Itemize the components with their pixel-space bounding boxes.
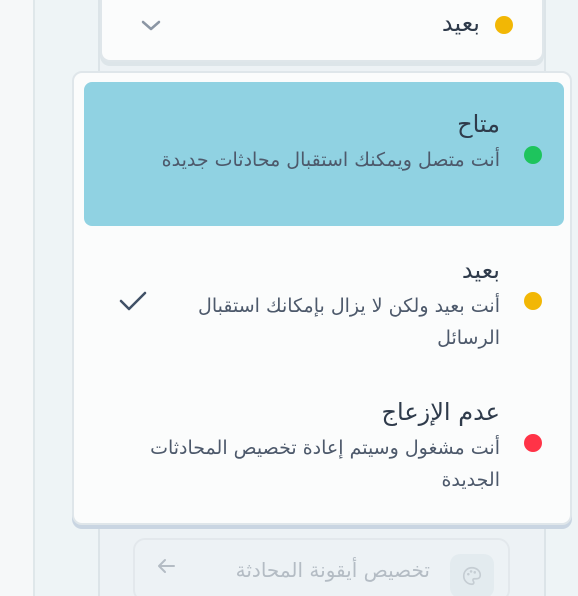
current-status-dot	[495, 16, 513, 34]
status-option-available[interactable]: متاح أنت متصل ويمكنك استقبال محادثات جدي…	[84, 82, 564, 226]
status-dropdown-menu: متاح أنت متصل ويمكنك استقبال محادثات جدي…	[72, 71, 572, 525]
customize-chat-icon-label: تخصيص أيقونة المحادثة	[235, 558, 430, 582]
status-option-description: أنت متصل ويمكنك استقبال محادثات جديدة	[161, 149, 500, 171]
palette-icon-container	[450, 554, 494, 596]
status-select-trigger[interactable]: بعيد	[100, 0, 544, 62]
away-status-dot	[524, 292, 542, 310]
busy-status-dot	[524, 434, 542, 452]
status-option-title: بعيد	[461, 256, 500, 284]
status-picker-screen: بعيد متاح أنت متصل ويمكنك استقبال محادثا…	[0, 0, 578, 596]
status-option-description: أنت بعيد ولكن لا يزال بإمكانك استقبال ال…	[198, 295, 500, 349]
customize-chat-icon-button[interactable]: تخصيص أيقونة المحادثة	[133, 538, 510, 596]
current-status-label: بعيد	[441, 9, 480, 37]
palette-icon	[462, 566, 482, 586]
status-option-dnd[interactable]: عدم الإزعاج أنت مشغول وسيتم إعادة تخصيص …	[84, 387, 564, 505]
chevron-down-icon[interactable]	[139, 17, 163, 35]
status-option-title: عدم الإزعاج	[381, 398, 500, 426]
status-option-away[interactable]: بعيد أنت بعيد ولكن لا يزال بإمكانك استقب…	[84, 245, 564, 363]
available-status-dot	[524, 146, 542, 164]
arrow-left-icon	[158, 559, 175, 573]
status-option-title: متاح	[457, 110, 500, 138]
check-icon	[119, 291, 147, 311]
status-option-description: أنت مشغول وسيتم إعادة تخصيص المحادثات ال…	[150, 437, 500, 491]
